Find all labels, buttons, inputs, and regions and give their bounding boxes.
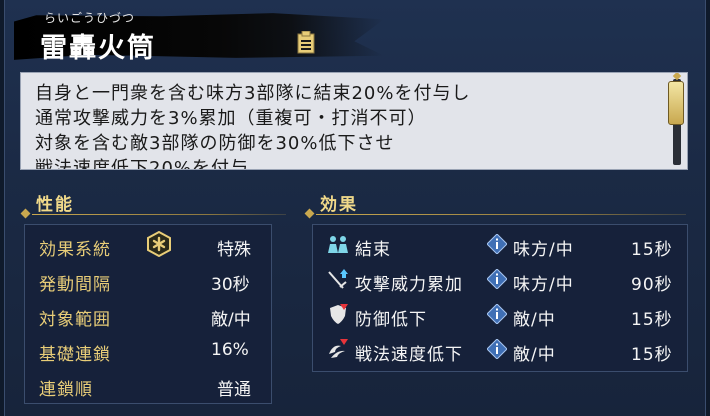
description-scroll-thumb[interactable] [668,81,684,125]
stat-label: 連鎖順 [39,380,93,400]
effect-row: 防御低下 敵/中 15秒 [313,299,687,333]
stat-row-base-chain: 基礎連鎖 16% [25,334,271,368]
skill-name-ruby: らいごうひづつ [44,11,136,25]
effect-name: 戦法速度低下 [355,345,463,365]
effect-duration: 15秒 [631,310,673,330]
effect-target: 味方/中 [513,275,574,295]
skill-name: 雷轟火筒 [40,33,156,64]
effect-duration: 90秒 [631,275,673,295]
effects-panel: 結束 味方/中 15秒 攻撃威力累加 味方/中 90秒 防御低下 敵/中 15秒… [312,224,688,372]
document-icon[interactable] [296,31,316,55]
stat-label: 基礎連鎖 [39,345,111,365]
stat-row-effect-type: 効果系統 特殊 [25,229,271,263]
effect-target: 味方/中 [513,240,574,260]
description-box[interactable]: 自身と一門衆を含む味方3部隊に結束20%を付与し 通常攻撃威力を3%累加（重複可… [20,72,688,170]
stats-panel: 効果系統 特殊 発動間隔 30秒 対象範囲 敵/中 基礎連鎖 16% 連鎖順 普… [24,224,272,404]
stat-value: 敵/中 [211,310,251,330]
description-line: 自身と一門衆を含む味方3部隊に結束20%を付与し [35,83,471,104]
effects-header-divider [316,214,686,215]
stat-value: 30秒 [211,275,250,295]
effect-row: 結束 味方/中 15秒 [313,229,687,263]
stats-header: 性能 [36,195,74,215]
tactic-speed-down-icon [329,339,348,358]
info-icon[interactable] [487,234,507,254]
effect-target: 敵/中 [513,345,556,365]
effects-header: 効果 [320,195,358,215]
description-line: 通常攻撃威力を3%累加（重複可・打消不可） [35,108,427,129]
info-icon[interactable] [487,339,507,359]
stat-value: 16% [211,340,249,360]
description-line: 対象を含む敵3部隊の防御を30%低下させ [35,133,395,154]
effect-target: 敵/中 [513,310,556,330]
effect-name: 攻撃威力累加 [355,275,463,295]
effect-duration: 15秒 [631,345,673,365]
stat-label: 対象範囲 [39,310,111,330]
stat-row-interval: 発動間隔 30秒 [25,264,271,298]
effect-name: 結束 [355,240,391,260]
info-icon[interactable] [487,269,507,289]
unity-icon [328,236,348,253]
description-line: 戦法速度低下20%を付与 [35,158,250,170]
stat-value: 特殊 [217,240,251,260]
stat-label: 発動間隔 [39,275,111,295]
effect-name: 防御低下 [355,310,427,330]
defense-down-icon [330,304,348,324]
attack-up-icon [328,269,348,289]
effect-row: 攻撃威力累加 味方/中 90秒 [313,264,687,298]
stat-value: 普通 [217,380,251,400]
effect-row: 戦法速度低下 敵/中 15秒 [313,334,687,368]
stats-header-divider [32,214,286,215]
description-text: 自身と一門衆を含む味方3部隊に結束20%を付与し 通常攻撃威力を3%累加（重複可… [35,81,657,170]
asterisk-hex-icon [147,231,171,257]
effect-duration: 15秒 [631,240,673,260]
stat-row-range: 対象範囲 敵/中 [25,299,271,333]
stat-label: 効果系統 [39,240,111,260]
stat-row-chain-order: 連鎖順 普通 [25,369,271,403]
info-icon[interactable] [487,304,507,324]
